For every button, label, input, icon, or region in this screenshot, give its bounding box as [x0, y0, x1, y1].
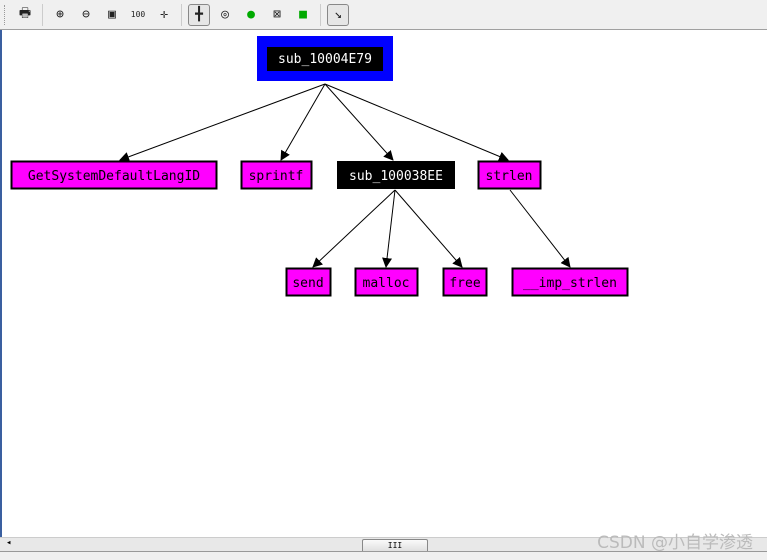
- edge: [324, 83, 394, 161]
- zoom-100-icon: 100: [130, 10, 146, 19]
- call-graph: sub_10004E79 GetSystemDefaultLangID spri…: [10, 36, 629, 297]
- print-button[interactable]: 🖶: [14, 4, 36, 26]
- node-strlen[interactable]: strlen: [477, 160, 542, 190]
- zoom-out-icon: ⊖: [82, 7, 90, 22]
- fit-window-icon: ▣: [108, 7, 116, 22]
- edge: [280, 83, 326, 161]
- zoom-100-button[interactable]: 100: [127, 4, 149, 26]
- center-button[interactable]: ✛: [153, 4, 175, 26]
- toolbar: 🖶 ⊕ ⊖ ▣ 100 ✛ ╋ ◎ ● ⊠ ■ ↘: [0, 0, 767, 30]
- node-root[interactable]: sub_10004E79: [257, 36, 393, 81]
- node-button[interactable]: ◎: [214, 4, 236, 26]
- node-sprintf[interactable]: sprintf: [240, 160, 313, 190]
- node-label: free: [449, 276, 480, 291]
- zoom-in-button[interactable]: ⊕: [49, 4, 71, 26]
- separator: [181, 3, 182, 26]
- zoom-out-button[interactable]: ⊖: [75, 4, 97, 26]
- node-label: __imp_strlen: [523, 276, 617, 291]
- node-sub_100038EE[interactable]: sub_100038EE: [337, 161, 455, 189]
- node-GetSystemDefaultLangID[interactable]: GetSystemDefaultLangID: [10, 160, 218, 190]
- node-__imp_strlen[interactable]: __imp_strlen: [511, 267, 629, 297]
- node-send[interactable]: send: [285, 267, 332, 297]
- edge: [324, 83, 509, 162]
- green-node-icon: ●: [247, 7, 255, 22]
- node-label: malloc: [363, 276, 410, 291]
- node-icon: ◎: [221, 7, 229, 22]
- separator: [320, 3, 321, 26]
- scroll-left-icon[interactable]: ◂: [6, 538, 11, 548]
- node-label: sprintf: [249, 169, 304, 184]
- node-label: send: [292, 276, 323, 291]
- edge: [509, 189, 571, 268]
- arrow-button[interactable]: ↘: [327, 3, 349, 26]
- edge: [312, 189, 396, 268]
- node-label: sub_10004E79: [278, 52, 372, 67]
- arrow-icon: ↘: [334, 7, 342, 22]
- layout-button[interactable]: ╋: [188, 3, 210, 26]
- watermark: CSDN @小自学渗透: [597, 533, 753, 553]
- green-edge-button[interactable]: ■: [292, 4, 314, 26]
- fit-window-button[interactable]: ▣: [101, 4, 123, 26]
- edge: [394, 189, 463, 268]
- print-icon: 🖶: [18, 5, 32, 21]
- edge: [382, 189, 396, 268]
- node-malloc[interactable]: malloc: [354, 267, 419, 297]
- edge-node-icon: ⊠: [273, 7, 281, 22]
- toolbar-grip[interactable]: [4, 4, 8, 25]
- edge: [119, 83, 326, 162]
- edge-node-button[interactable]: ⊠: [266, 4, 288, 26]
- node-label: strlen: [486, 169, 533, 184]
- node-label: GetSystemDefaultLangID: [28, 169, 200, 184]
- call-graph-canvas[interactable]: sub_10004E79 GetSystemDefaultLangID spri…: [0, 30, 767, 537]
- center-icon: ✛: [160, 7, 168, 22]
- green-edge-icon: ■: [299, 7, 307, 22]
- layout-icon: ╋: [195, 7, 203, 22]
- green-node-button[interactable]: ●: [240, 4, 262, 26]
- node-label: sub_100038EE: [349, 169, 443, 184]
- zoom-in-icon: ⊕: [56, 7, 64, 22]
- node-free[interactable]: free: [442, 267, 488, 297]
- separator: [42, 3, 43, 26]
